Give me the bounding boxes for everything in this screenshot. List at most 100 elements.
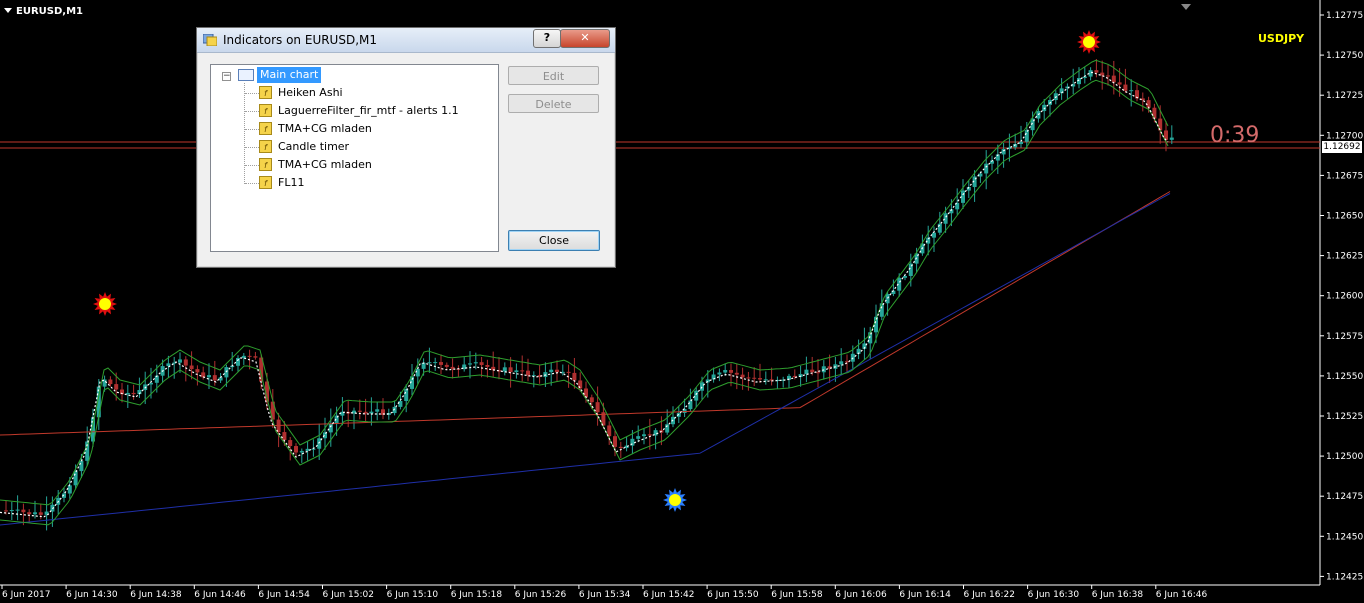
tree-item-indicator[interactable]: f FL11 [259, 175, 304, 191]
candle-body [1024, 130, 1029, 142]
candle-body [810, 369, 815, 373]
indicators-dialog: Indicators on EURUSD,M1 ? ✕ − Main chart… [196, 27, 616, 268]
time-axis-label: 6 Jun 14:54 [258, 590, 310, 600]
candle-body [288, 440, 293, 447]
dialog-titlebar[interactable]: Indicators on EURUSD,M1 ? ✕ [197, 28, 615, 53]
candle-body [879, 303, 884, 317]
candle-body [479, 362, 484, 366]
chart-menu-triangle-icon[interactable] [4, 8, 12, 13]
candle-body [1019, 141, 1023, 145]
candle-body [647, 434, 652, 436]
candle-body [282, 432, 287, 441]
tree-item-indicator[interactable]: f LaguerreFilter_fir_mtf - alerts 1.1 [259, 103, 459, 119]
candle-body [740, 374, 745, 378]
candle-body [717, 372, 722, 375]
candle-body [763, 379, 768, 381]
price-axis-label: 1.12500 [1326, 452, 1363, 462]
candle-body [734, 372, 739, 375]
candle-body [555, 369, 559, 373]
candle-body [943, 213, 948, 224]
tree-item-indicator[interactable]: f Candle timer [259, 139, 349, 155]
tree-item-label: TMA+CG mladen [278, 158, 372, 171]
candle-body [514, 370, 519, 373]
candle-body [723, 369, 728, 373]
candle-body [589, 397, 594, 403]
edit-button[interactable]: Edit [508, 66, 599, 85]
candle-body [549, 369, 554, 373]
time-axis-label: 6 Jun 15:10 [387, 590, 439, 600]
chart-icon [238, 69, 254, 81]
candle-body [868, 332, 873, 344]
tree-item-indicator[interactable]: f Heiken Ashi [259, 85, 343, 101]
candle-body [485, 365, 490, 367]
indicator-icon: f [259, 122, 272, 135]
price-axis-label: 1.12775 [1326, 11, 1363, 21]
candle-body [473, 362, 478, 364]
candle-body [195, 369, 200, 373]
time-axis-label: 6 Jun 2017 [2, 590, 50, 600]
candle-body [108, 379, 113, 385]
tree-item-main-chart[interactable]: Main chart [257, 67, 322, 83]
price-axis-label: 1.12525 [1326, 412, 1363, 422]
tree-connector [245, 129, 259, 130]
tree-connector [245, 147, 259, 148]
candle-body [1100, 72, 1105, 76]
candle-body [903, 275, 907, 278]
tree-connector [245, 165, 259, 166]
candle-body [241, 355, 246, 358]
candle-body [114, 384, 119, 390]
candle-body [207, 375, 211, 378]
tree-item-indicator[interactable]: f TMA+CG mladen [259, 157, 372, 173]
candle-body [375, 409, 380, 412]
indicator-tree[interactable]: − Main chart f Heiken Ashi f LaguerreFilter… [210, 64, 499, 252]
candle-body [694, 390, 699, 401]
price-axis-label: 1.12725 [1326, 91, 1363, 101]
time-axis-label: 6 Jun 15:58 [771, 590, 823, 600]
candle-body [253, 356, 258, 358]
candle-body [688, 400, 693, 410]
candle-body [1111, 75, 1116, 83]
candle-body [201, 372, 206, 378]
price-axis-label: 1.12625 [1326, 252, 1363, 262]
candle-body [520, 370, 525, 372]
delete-button[interactable]: Delete [508, 94, 599, 113]
candle-body [73, 471, 78, 486]
candle-body [450, 366, 455, 369]
chart-shift-marker-icon[interactable] [1181, 4, 1191, 10]
candle-body [21, 509, 26, 513]
candle-body [299, 450, 304, 453]
tree-item-indicator[interactable]: f TMA+CG mladen [259, 121, 372, 137]
close-button[interactable]: Close [508, 230, 600, 251]
tree-connector [245, 93, 259, 94]
candle-body [178, 359, 182, 363]
price-axis-label: 1.12450 [1326, 532, 1363, 542]
tree-item-label: TMA+CG mladen [278, 122, 372, 135]
close-window-button[interactable]: ✕ [560, 29, 610, 48]
candle-body [9, 510, 14, 512]
candle-body [427, 362, 432, 364]
candle-body [932, 232, 936, 238]
price-axis-label: 1.12475 [1326, 492, 1363, 502]
price-axis-label: 1.12550 [1326, 372, 1363, 382]
candle-body [752, 377, 757, 379]
signal-star-icon-center [99, 298, 111, 310]
help-button[interactable]: ? [533, 29, 561, 48]
candle-body [613, 436, 617, 447]
time-axis-label: 6 Jun 15:02 [323, 590, 374, 600]
indicator-icon: f [259, 104, 272, 117]
candle-body [247, 355, 252, 357]
candle-body [508, 367, 513, 373]
tree-item-label: FL11 [278, 176, 305, 189]
candle-body [1042, 104, 1047, 112]
indicator-icon: f [259, 86, 272, 99]
candle-body [816, 372, 820, 374]
collapse-icon[interactable]: − [222, 72, 231, 81]
price-axis-label: 1.12425 [1326, 572, 1363, 582]
time-axis-label: 6 Jun 14:38 [130, 590, 182, 600]
candle-body [27, 512, 32, 515]
candle-body [572, 372, 577, 381]
candle-body [4, 510, 8, 512]
candle-body [531, 375, 536, 377]
time-axis-label: 6 Jun 16:38 [1092, 590, 1144, 600]
time-axis-label: 6 Jun 14:30 [66, 590, 118, 600]
